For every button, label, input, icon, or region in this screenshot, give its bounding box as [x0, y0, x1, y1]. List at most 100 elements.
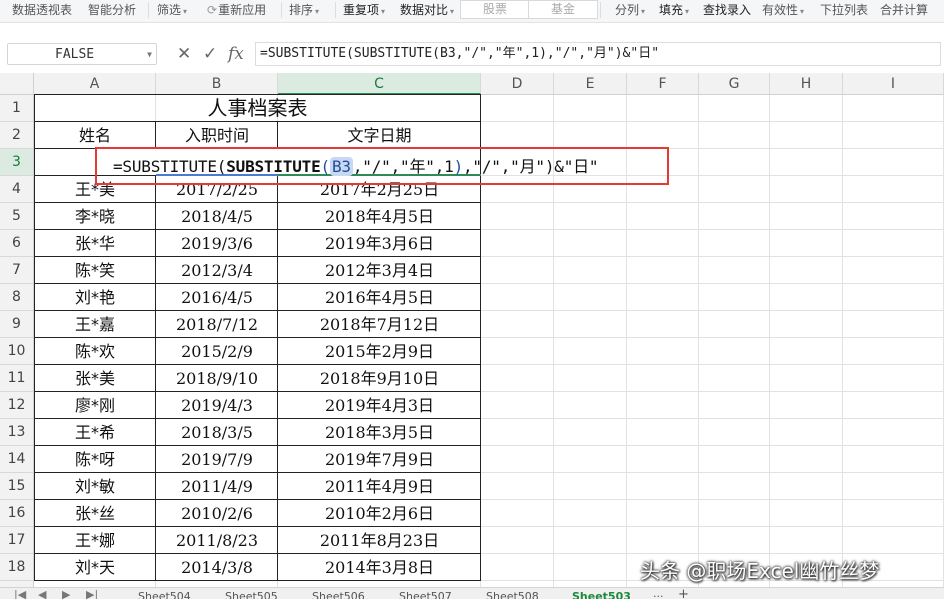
table-cell[interactable]: 张*丝 [34, 500, 156, 527]
table-cell[interactable]: 2019/3/6 [156, 230, 278, 257]
ribbon-item-12[interactable]: 合并计算 [880, 2, 928, 18]
confirm-icon[interactable]: ✓ [203, 44, 217, 64]
column-header-C[interactable]: C [278, 73, 481, 95]
row-header-2[interactable]: 2 [0, 122, 34, 149]
column-header-A[interactable]: A [34, 73, 156, 95]
add-sheet-icon[interactable]: + [678, 588, 689, 599]
ribbon-item-2[interactable]: 筛选 ▾ [157, 2, 187, 20]
table-cell[interactable]: 陈*呀 [34, 446, 156, 473]
table-cell[interactable]: 陈*笑 [34, 257, 156, 284]
table-cell[interactable]: 2012年3月4日 [278, 257, 481, 284]
ribbon-item-11[interactable]: 下拉列表 [820, 2, 868, 18]
table-cell[interactable]: 2012/3/4 [156, 257, 278, 284]
column-header-D[interactable]: D [481, 73, 554, 95]
table-cell[interactable]: 2019/4/3 [156, 392, 278, 419]
ribbon-item-5[interactable]: 重复项 ▾ [343, 2, 385, 20]
table-cell[interactable]: 2018年3月5日 [278, 419, 481, 446]
table-cell[interactable]: 2015/2/9 [156, 338, 278, 365]
ribbon-item-0[interactable]: 数据透视表 [12, 2, 72, 18]
table-cell[interactable]: 2016年4月5日 [278, 284, 481, 311]
row-header-14[interactable]: 14 [0, 446, 34, 473]
ribbon-item-6[interactable]: 数据对比 ▾ [400, 2, 454, 20]
tab-nav-2[interactable]: ▶ [62, 588, 70, 599]
table-cell[interactable]: 2014年3月8日 [278, 554, 481, 581]
table-cell[interactable]: 王*娜 [34, 527, 156, 554]
row-header-3[interactable]: 3 [0, 149, 34, 176]
ribbon-item-9[interactable]: 查找录入 [703, 2, 751, 18]
table-cell[interactable]: 2019年7月9日 [278, 446, 481, 473]
table-cell[interactable]: 2019/7/9 [156, 446, 278, 473]
table-cell[interactable]: 2018/9/10 [156, 365, 278, 392]
table-cell[interactable]: 2018/3/5 [156, 419, 278, 446]
grid-corner[interactable] [0, 73, 34, 95]
table-cell[interactable]: 张*华 [34, 230, 156, 257]
table-header-2[interactable]: 文字日期 [278, 122, 481, 149]
table-header-1[interactable]: 入职时间 [156, 122, 278, 149]
tab-nav-3[interactable]: ▶| [86, 588, 98, 599]
row-header-9[interactable]: 9 [0, 311, 34, 338]
column-header-H[interactable]: H [770, 73, 843, 95]
table-cell[interactable]: 2018年9月10日 [278, 365, 481, 392]
row-header-11[interactable]: 11 [0, 365, 34, 392]
table-cell[interactable]: 2011年8月23日 [278, 527, 481, 554]
table-cell[interactable]: 张*美 [34, 365, 156, 392]
cancel-icon[interactable]: ✕ [177, 44, 191, 64]
row-header-5[interactable]: 5 [0, 203, 34, 230]
table-cell[interactable]: 2011/4/9 [156, 473, 278, 500]
row-header-4[interactable]: 4 [0, 176, 34, 203]
table-cell[interactable]: 廖*刚 [34, 392, 156, 419]
row-header-17[interactable]: 17 [0, 527, 34, 554]
table-cell[interactable]: 2018年7月12日 [278, 311, 481, 338]
table-cell[interactable]: 2011年4月9日 [278, 473, 481, 500]
ribbon-item-7[interactable]: 分列 ▾ [615, 2, 645, 20]
table-cell[interactable]: 2019年4月3日 [278, 392, 481, 419]
formula-input[interactable]: =SUBSTITUTE(SUBSTITUTE(B3,"/","年",1),"/"… [255, 42, 941, 66]
ribbon-item-3[interactable]: ⟳重新应用 [207, 2, 266, 18]
row-header-18[interactable]: 18 [0, 554, 34, 581]
table-cell[interactable]: 2019年3月6日 [278, 230, 481, 257]
name-box[interactable]: FALSE ▼ [7, 43, 157, 65]
table-cell[interactable]: 2010/2/6 [156, 500, 278, 527]
table-cell[interactable]: 2015年2月9日 [278, 338, 481, 365]
column-header-I[interactable]: I [843, 73, 944, 95]
table-cell[interactable]: 李*晓 [34, 203, 156, 230]
table-cell[interactable]: 刘*天 [34, 554, 156, 581]
table-cell[interactable]: 2010年2月6日 [278, 500, 481, 527]
table-cell[interactable]: 刘*敏 [34, 473, 156, 500]
ribbon-box-1[interactable]: 基金 [528, 0, 598, 19]
table-cell[interactable]: 2011/8/23 [156, 527, 278, 554]
table-cell[interactable]: 陈*欢 [34, 338, 156, 365]
table-cell[interactable]: 王*嘉 [34, 311, 156, 338]
table-header-0[interactable]: 姓名 [34, 122, 156, 149]
fx-icon[interactable]: fx [228, 44, 244, 64]
tab-nav-1[interactable]: ◀ [38, 588, 46, 599]
row-header-6[interactable]: 6 [0, 230, 34, 257]
row-header-13[interactable]: 13 [0, 419, 34, 446]
column-header-E[interactable]: E [554, 73, 627, 95]
row-header-12[interactable]: 12 [0, 392, 34, 419]
row-header-15[interactable]: 15 [0, 473, 34, 500]
table-cell[interactable]: 王*希 [34, 419, 156, 446]
table-cell[interactable]: 2018/7/12 [156, 311, 278, 338]
table-cell[interactable]: 2014/3/8 [156, 554, 278, 581]
row-header-10[interactable]: 10 [0, 338, 34, 365]
column-header-B[interactable]: B [156, 73, 278, 95]
row-header-7[interactable]: 7 [0, 257, 34, 284]
table-cell[interactable]: 2018年4月5日 [278, 203, 481, 230]
table-cell[interactable]: 刘*艳 [34, 284, 156, 311]
tab-nav-0[interactable]: |◀ [14, 588, 26, 599]
column-header-F[interactable]: F [627, 73, 699, 95]
chevron-down-icon[interactable]: ▼ [147, 44, 152, 66]
row-header-16[interactable]: 16 [0, 500, 34, 527]
table-cell[interactable]: 2016/4/5 [156, 284, 278, 311]
row-header-1[interactable]: 1 [0, 95, 34, 122]
ribbon-separator [281, 2, 282, 18]
ribbon-item-8[interactable]: 填充 ▾ [659, 2, 689, 20]
table-cell[interactable]: 2018/4/5 [156, 203, 278, 230]
column-header-G[interactable]: G [699, 73, 770, 95]
ribbon-item-4[interactable]: 排序 ▾ [289, 2, 319, 20]
ribbon-box-0[interactable]: 股票 [460, 0, 530, 19]
ribbon-item-1[interactable]: 智能分析 [88, 2, 136, 18]
ribbon-item-10[interactable]: 有效性 ▾ [762, 2, 804, 20]
row-header-8[interactable]: 8 [0, 284, 34, 311]
